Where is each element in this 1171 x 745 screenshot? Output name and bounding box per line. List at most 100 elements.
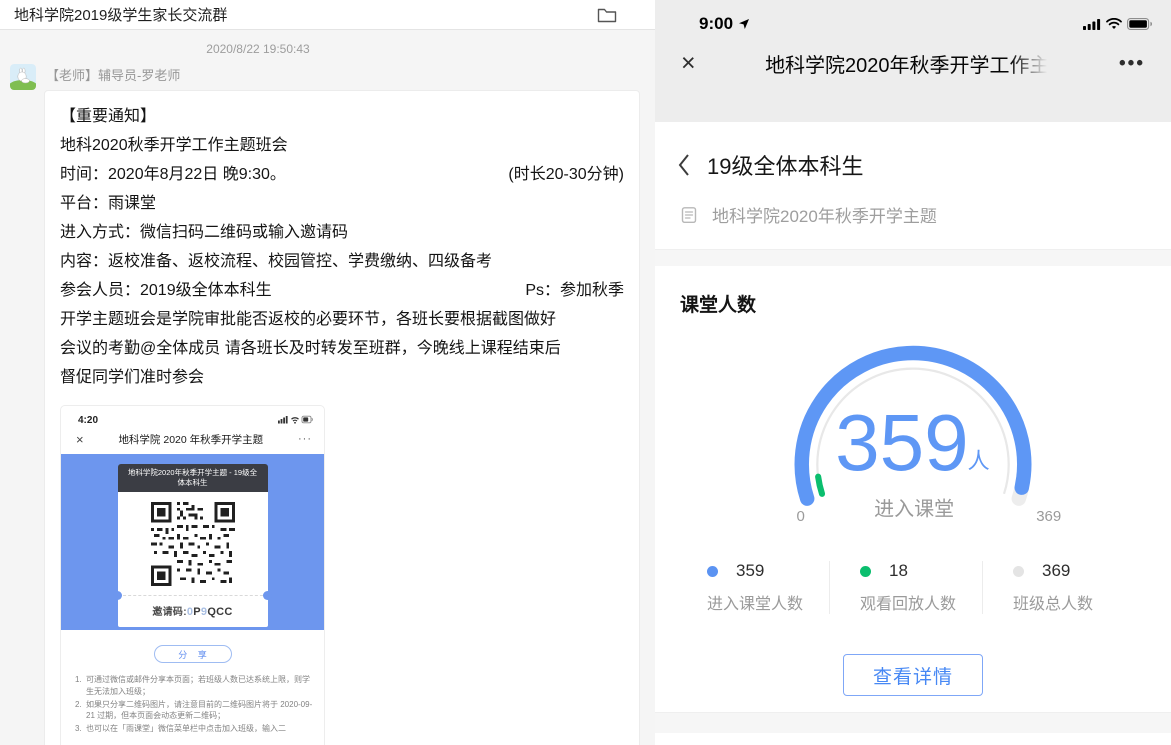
blue-dot-icon	[707, 566, 718, 577]
section-divider	[655, 249, 1171, 266]
divider-notch	[113, 591, 122, 600]
screenshot-share-button: 分 享	[154, 645, 232, 663]
message-bubble: 【重要通知】 地科2020秋季开学工作主题班会 时间：2020年8月22日 晚9…	[44, 90, 640, 745]
legend-item-replay: 18 观看回放人数	[829, 561, 982, 614]
screenshot-status-icons	[278, 411, 314, 429]
gauge-replay-arc	[818, 477, 822, 494]
screenshot-notes: 1. 可通过微信或邮件分享本页面；若班级人数已达系统上限，则学生无法加入班级； …	[61, 674, 324, 745]
message-line: 【重要通知】	[60, 102, 624, 131]
note-number: 3.	[75, 723, 86, 735]
note-item: 2. 如果只分享二维码图片，请注意目前的二维码图片将于 2020-09-21 过…	[75, 699, 314, 722]
attendance-gauge: 359 人 进入课堂 0 369	[735, 333, 1091, 535]
status-time: 9:00	[699, 14, 750, 34]
battery-icon	[1127, 18, 1153, 30]
rain-classroom-panel: 9:00 × 地科学院2020年秋季开学工作主 ••• 19级全体本科生	[655, 0, 1171, 745]
bottom-divider	[655, 712, 1171, 733]
message-line: 会议的考勤@全体成员 请各班长及时转发至班群，今晚线上课程结束后	[60, 334, 624, 363]
green-dot-icon	[860, 566, 871, 577]
gauge-value: 359	[835, 397, 969, 487]
note-text: 可通过微信或邮件分享本页面；若班级人数已达系统上限，则学生无法加入班级；	[86, 674, 314, 697]
status-bar: 9:00	[679, 12, 1157, 34]
note-item: 3. 也可以在「雨课堂」微信菜单栏中点击加入班级，输入二	[75, 723, 314, 735]
message-line: 进入方式：微信扫码二维码或输入邀请码	[60, 218, 624, 247]
location-arrow-icon	[738, 18, 750, 30]
invite-code-label: 邀请码:	[152, 607, 187, 618]
class-title: 19级全体本科生	[707, 149, 863, 181]
more-menu-icon[interactable]: •••	[1119, 59, 1145, 69]
chat-titlebar: 地科学院2019级学生家长交流群	[0, 0, 655, 30]
message-line-left: 参会人员：2019级全体本科生	[60, 276, 272, 305]
document-icon	[681, 206, 697, 224]
status-time-text: 9:00	[699, 14, 733, 34]
legend-value: 369	[1042, 561, 1070, 581]
sender-name: 【老师】辅导员-罗老师	[46, 65, 180, 90]
phone-top-bars: 9:00 × 地科学院2020年秋季开学工作主 •••	[655, 0, 1171, 122]
sender-row: 【老师】辅导员-罗老师	[10, 64, 655, 90]
screenshot-status-time: 4:20	[78, 415, 98, 426]
message-timestamp: 2020/8/22 19:50:43	[0, 30, 516, 56]
legend-value: 18	[889, 561, 908, 581]
screenshot-close-icon: ×	[76, 433, 84, 446]
legend-label: 进入课堂人数	[707, 590, 829, 614]
message-line-left: 时间：2020年8月22日 晚9:30。	[60, 160, 286, 189]
embedded-screenshot-image[interactable]: 4:20 × 地科	[60, 405, 325, 745]
screenshot-nav-bar: × 地科学院 2020 年秋季开学主题 ···	[61, 428, 324, 454]
legend-value: 359	[736, 561, 764, 581]
wifi-icon	[1106, 18, 1122, 30]
chat-window-title: 地科学院2019级学生家长交流群	[14, 4, 227, 25]
message-line-right: (时长20-30分钟)	[508, 160, 624, 189]
legend-label: 班级总人数	[1013, 590, 1135, 614]
invite-card-title: 地科学院2020年秋季开学主题 - 19级全体本科生	[118, 464, 268, 492]
invite-code: 邀请码:0P9QCC	[118, 596, 268, 627]
gauge-unit: 人	[968, 449, 990, 474]
nav-title: 地科学院2020年秋季开学工作主	[765, 49, 1050, 78]
section-title: 课堂人数	[655, 266, 1171, 317]
screen: 地科学院2019级学生家长交流群 2020/8/22 19:50:43 【老师】…	[0, 0, 1171, 745]
avatar[interactable]	[10, 64, 36, 90]
legend-item-total: 369 班级总人数	[982, 561, 1135, 614]
message-line: 内容：返校准备、返校流程、校园管控、学费缴纳、四级备考	[60, 247, 624, 276]
folder-icon[interactable]	[597, 7, 617, 23]
note-text: 如果只分享二维码图片，请注意目前的二维码图片将于 2020-09-21 过期，但…	[86, 699, 314, 722]
dashed-divider	[118, 595, 268, 596]
screenshot-blue-area: 地科学院2020年秋季开学主题 - 19级全体本科生	[61, 454, 324, 630]
screenshot-nav-title: 地科学院 2020 年秋季开学主题	[84, 432, 298, 447]
lesson-subtitle: 地科学院2020年秋季开学主题	[712, 202, 937, 227]
message-line: 开学主题班会是学院审批能否返校的必要环节，各班长要根据截图做好	[60, 305, 624, 334]
message-line: 时间：2020年8月22日 晚9:30。 (时长20-30分钟)	[60, 160, 624, 189]
gauge-max-label: 369	[1036, 508, 1061, 525]
status-icons	[1083, 18, 1153, 30]
legend-label: 观看回放人数	[860, 590, 982, 614]
note-item: 1. 可通过微信或邮件分享本页面；若班级人数已达系统上限，则学生无法加入班级；	[75, 674, 314, 697]
note-number: 1.	[75, 674, 86, 697]
gray-dot-icon	[1013, 566, 1024, 577]
message-line: 参会人员：2019级全体本科生 Ps：参加秋季	[60, 276, 624, 305]
legend-item-entered: 359 进入课堂人数	[707, 561, 829, 614]
gauge-min-label: 0	[796, 508, 804, 525]
gauge-center-label: 进入课堂	[874, 497, 954, 520]
class-header-row[interactable]: 19级全体本科生	[655, 122, 1171, 181]
wechat-chat-window: 地科学院2019级学生家长交流群 2020/8/22 19:50:43 【老师】…	[0, 0, 655, 745]
message-line: 督促同学们准时参会	[60, 363, 624, 392]
close-icon[interactable]: ×	[681, 52, 696, 75]
view-details-button[interactable]: 查看详情	[843, 654, 983, 696]
nav-title-wrap: 地科学院2020年秋季开学工作主	[696, 49, 1119, 78]
message-line: 地科2020秋季开学工作主题班会	[60, 131, 624, 160]
qr-code-image	[151, 502, 235, 586]
back-chevron-icon[interactable]	[677, 153, 690, 177]
screenshot-more-icon: ···	[298, 437, 312, 441]
message-line-right: Ps：参加秋季	[525, 276, 624, 305]
divider-notch	[263, 591, 272, 600]
invite-card-body: 邀请码:0P9QCC	[118, 492, 268, 627]
lesson-subtitle-row[interactable]: 地科学院2020年秋季开学主题	[655, 181, 1171, 227]
message-line: 平台：雨课堂	[60, 189, 624, 218]
screenshot-status-bar: 4:20	[61, 406, 324, 428]
invite-code-char: QCC	[207, 606, 232, 618]
invite-card: 地科学院2020年秋季开学主题 - 19级全体本科生	[118, 464, 268, 630]
invite-code-char: P	[193, 606, 201, 618]
nav-bar: × 地科学院2020年秋季开学工作主 •••	[679, 49, 1157, 78]
note-number: 2.	[75, 699, 86, 722]
gauge-legend: 359 进入课堂人数 18 观看回放人数 369 班级总人数	[707, 561, 1135, 614]
note-text: 也可以在「雨课堂」微信菜单栏中点击加入班级，输入二	[86, 723, 286, 735]
signal-icon	[1083, 19, 1101, 30]
